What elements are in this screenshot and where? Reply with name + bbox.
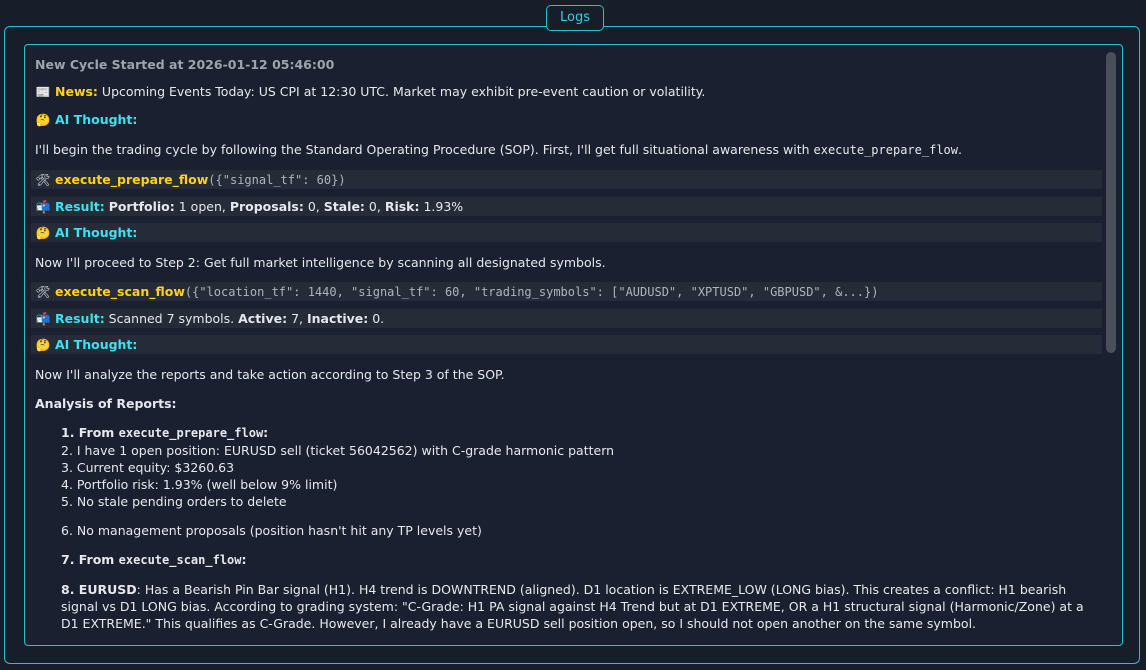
result-key: Stale: xyxy=(323,199,365,214)
analysis-text: : Has a Bearish Pin Bar signal (H1). H4 … xyxy=(61,582,1084,631)
logs-tab[interactable]: Logs xyxy=(546,5,604,31)
list-item: 5. No stale pending orders to delete xyxy=(61,494,287,509)
result-key: Risk: xyxy=(384,199,420,214)
tool-call-name: execute_scan_flow xyxy=(55,284,185,299)
result-value: 1.93% xyxy=(419,199,464,214)
thought-text: I'll begin the trading cycle by followin… xyxy=(35,142,814,157)
tool-call-name: execute_prepare_flow xyxy=(55,172,209,187)
result-key: Inactive: xyxy=(306,311,369,326)
list-item-suffix: : xyxy=(263,425,269,440)
cycle-header: New Cycle Started at 2026-01-12 05:46:00 xyxy=(35,57,335,72)
ai-thought-header: 🤔 AI Thought: xyxy=(31,335,1102,354)
tool-call-args: ({"location_tf": 1440, "signal_tf": 60, … xyxy=(184,285,879,299)
ai-thought-text: Now I'll proceed to Step 2: Get full mar… xyxy=(35,255,606,270)
thinking-face-icon: 🤔 xyxy=(35,226,51,240)
ai-thought-header: 🤔 AI Thought: xyxy=(31,223,1102,242)
tools-icon: 🛠 xyxy=(35,285,51,299)
log-scrollbar[interactable] xyxy=(1106,52,1116,353)
result-key: Proposals: xyxy=(229,199,304,214)
list-item: 8. EURUSD: Has a Bearish Pin Bar signal … xyxy=(61,581,1103,632)
ai-thought-label: AI Thought: xyxy=(55,225,138,240)
analysis-heading: Analysis of Reports: xyxy=(35,396,177,411)
list-item: 4. Portfolio risk: 1.93% (well below 9% … xyxy=(61,477,338,492)
list-item-prefix: 7. From xyxy=(61,552,119,567)
inbox-icon: 📬 xyxy=(35,200,51,214)
result-key: Active: xyxy=(238,311,288,326)
ai-thought-label: AI Thought: xyxy=(55,112,138,127)
list-item: 6. No management proposals (position has… xyxy=(61,523,482,538)
result-value: 0. xyxy=(368,311,385,326)
news-label: News: xyxy=(55,84,98,99)
list-item-suffix: : xyxy=(241,552,247,567)
tools-icon: 🛠 xyxy=(35,173,51,187)
list-item: 1. From execute_prepare_flow: xyxy=(61,424,268,442)
inline-code: execute_prepare_flow xyxy=(118,426,264,440)
tool-call-entry: 🛠 execute_scan_flow({"location_tf": 1440,… xyxy=(31,282,1102,301)
result-value: 1 open, xyxy=(174,199,230,214)
result-value: 0, xyxy=(303,199,324,214)
list-item: 7. From execute_scan_flow: xyxy=(61,551,247,569)
thinking-face-icon: 🤔 xyxy=(35,113,51,127)
thinking-face-icon: 🤔 xyxy=(35,338,51,352)
list-item: 3. Current equity: $3260.63 xyxy=(61,460,235,475)
tool-call-args: ({"signal_tf": 60}) xyxy=(208,173,346,187)
ai-thought-text: I'll begin the trading cycle by followin… xyxy=(35,141,962,159)
inline-code: execute_scan_flow xyxy=(118,553,242,567)
newspaper-icon: 📰 xyxy=(35,85,51,99)
result-label: Result: xyxy=(55,311,105,326)
symbol-label: 8. EURUSD xyxy=(61,582,137,597)
result-text: Scanned 7 symbols. xyxy=(104,311,239,326)
ai-thought-header: 🤔 AI Thought: xyxy=(35,111,138,129)
result-value: 7, xyxy=(287,311,307,326)
ai-thought-text: Now I'll analyze the reports and take ac… xyxy=(35,367,505,382)
result-key: Portfolio: xyxy=(108,199,175,214)
tool-call-entry: 🛠 execute_prepare_flow({"signal_tf": 60}) xyxy=(31,170,1102,189)
ai-thought-label: AI Thought: xyxy=(55,337,138,352)
tool-result-entry: 📬 Result: Portfolio: 1 open, Proposals: 0… xyxy=(31,197,1102,216)
inbox-icon: 📬 xyxy=(35,312,51,326)
news-text: Upcoming Events Today: US CPI at 12:30 U… xyxy=(101,84,706,99)
list-item: 2. I have 1 open position: EURUSD sell (… xyxy=(61,443,615,458)
result-label: Result: xyxy=(55,199,105,214)
inline-code: execute_prepare_flow xyxy=(813,143,959,157)
tool-result-entry: 📬 Result: Scanned 7 symbols. Active: 7, I… xyxy=(31,309,1102,328)
result-value: 0, xyxy=(364,199,385,214)
list-item-prefix: 1. From xyxy=(61,425,119,440)
news-entry: 📰 News: Upcoming Events Today: US CPI at … xyxy=(35,83,706,101)
thought-text-end: . xyxy=(958,142,962,157)
